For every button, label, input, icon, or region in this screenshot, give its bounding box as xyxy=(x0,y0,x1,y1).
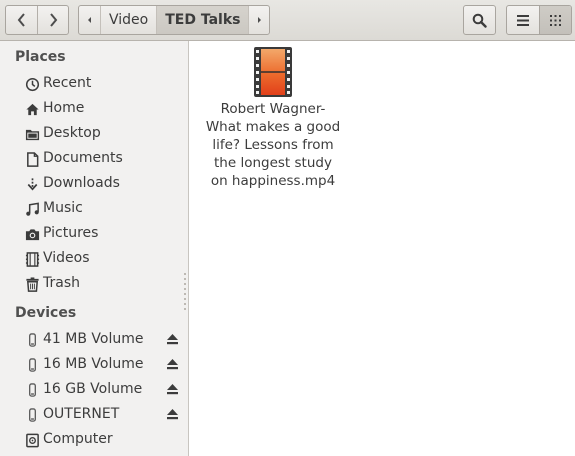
places-heading: Places xyxy=(15,49,66,65)
computer-icon xyxy=(24,432,40,448)
breadcrumb-video[interactable]: Video xyxy=(100,6,156,34)
path-scroll-left-button[interactable] xyxy=(79,6,100,34)
sidebar-item-label: Downloads xyxy=(43,175,120,191)
file-view[interactable]: Robert Wagner- What makes a good life? L… xyxy=(190,41,575,456)
sidebar-item-videos[interactable]: Videos xyxy=(0,247,188,272)
eject-icon[interactable] xyxy=(166,383,179,396)
forward-arrow-icon xyxy=(50,13,58,27)
breadcrumb: Video TED Talks xyxy=(78,5,271,35)
sidebar-item-label: 16 GB Volume xyxy=(43,381,143,397)
file-name-line: What makes a good xyxy=(205,119,341,135)
eject-icon[interactable] xyxy=(166,408,179,421)
file-name-line: on happiness.mp4 xyxy=(210,173,336,189)
sidebar-item-16mb-volume[interactable]: 16 MB Volume xyxy=(0,353,188,378)
video-file-icon xyxy=(254,47,292,97)
recent-icon xyxy=(24,76,40,92)
home-icon xyxy=(24,101,40,117)
sidebar-item-recent[interactable]: Recent xyxy=(0,72,188,97)
sidebar-item-label: Pictures xyxy=(43,225,99,241)
file-name: Robert Wagner- What makes a good life? L… xyxy=(202,100,344,190)
sidebar-item-41mb-volume[interactable]: 41 MB Volume xyxy=(0,328,188,353)
eject-icon[interactable] xyxy=(166,333,179,346)
sidebar-item-label: Computer xyxy=(43,431,113,447)
music-icon xyxy=(24,201,40,217)
sidebar-item-label: Music xyxy=(43,200,83,216)
sidebar-item-documents[interactable]: Documents xyxy=(0,147,188,172)
file-name-line: life? Lessons from xyxy=(212,137,334,153)
drive-icon xyxy=(24,407,40,423)
sidebar-item-label: 41 MB Volume xyxy=(43,331,144,347)
sidebar-item-music[interactable]: Music xyxy=(0,197,188,222)
sidebar-item-label: Documents xyxy=(43,150,123,166)
trash-icon xyxy=(24,276,40,292)
sidebar-item-downloads[interactable]: Downloads xyxy=(0,172,188,197)
sidebar-item-home[interactable]: Home xyxy=(0,97,188,122)
sidebar-item-desktop[interactable]: Desktop xyxy=(0,122,188,147)
sidebar-item-16gb-volume[interactable]: 16 GB Volume xyxy=(0,378,188,403)
sidebar-item-label: Trash xyxy=(43,275,80,291)
eject-icon[interactable] xyxy=(166,358,179,371)
sidebar-item-trash[interactable]: Trash xyxy=(0,272,188,297)
sidebar-item-label: 16 MB Volume xyxy=(43,356,144,372)
view-toggle xyxy=(506,5,572,35)
videos-icon xyxy=(24,251,40,267)
sidebar-item-label: Recent xyxy=(43,75,92,91)
drive-icon xyxy=(24,382,40,398)
sidebar-resize-handle[interactable] xyxy=(183,273,187,313)
documents-icon xyxy=(24,151,40,167)
sidebar-item-label: OUTERNET xyxy=(43,406,120,422)
list-view-button[interactable] xyxy=(507,6,539,34)
chevron-right-icon xyxy=(257,17,261,23)
sidebar-item-label: Home xyxy=(43,100,85,116)
back-button[interactable] xyxy=(6,6,37,34)
path-scroll-right-button[interactable] xyxy=(248,6,269,34)
devices-heading: Devices xyxy=(15,305,77,321)
drive-icon xyxy=(24,357,40,373)
pictures-icon xyxy=(24,226,40,242)
breadcrumb-ted-talks[interactable]: TED Talks xyxy=(156,6,249,34)
sidebar-item-label: Desktop xyxy=(43,125,101,141)
sidebar: Places Recent Home Desktop Documents Dow… xyxy=(0,41,189,456)
history-nav xyxy=(5,5,69,35)
file-name-line: Robert Wagner- xyxy=(220,101,326,117)
header-bar: Video TED Talks xyxy=(0,0,575,41)
list-view-icon xyxy=(517,14,529,26)
downloads-icon xyxy=(24,176,40,192)
chevron-left-icon xyxy=(88,17,91,23)
drive-icon xyxy=(24,332,40,348)
forward-button[interactable] xyxy=(37,6,68,34)
back-arrow-icon xyxy=(17,13,25,27)
file-name-line: the longest study xyxy=(214,155,332,171)
grid-view-button[interactable] xyxy=(539,6,571,34)
search-icon xyxy=(472,13,487,28)
sidebar-item-pictures[interactable]: Pictures xyxy=(0,222,188,247)
desktop-folder-icon xyxy=(24,126,40,142)
sidebar-item-outernet[interactable]: OUTERNET xyxy=(0,403,188,428)
grid-view-icon xyxy=(550,14,561,26)
search-button[interactable] xyxy=(463,5,496,35)
sidebar-item-computer[interactable]: Computer xyxy=(0,428,188,453)
sidebar-item-label: Videos xyxy=(43,250,90,266)
file-item[interactable]: Robert Wagner- What makes a good life? L… xyxy=(202,47,344,190)
